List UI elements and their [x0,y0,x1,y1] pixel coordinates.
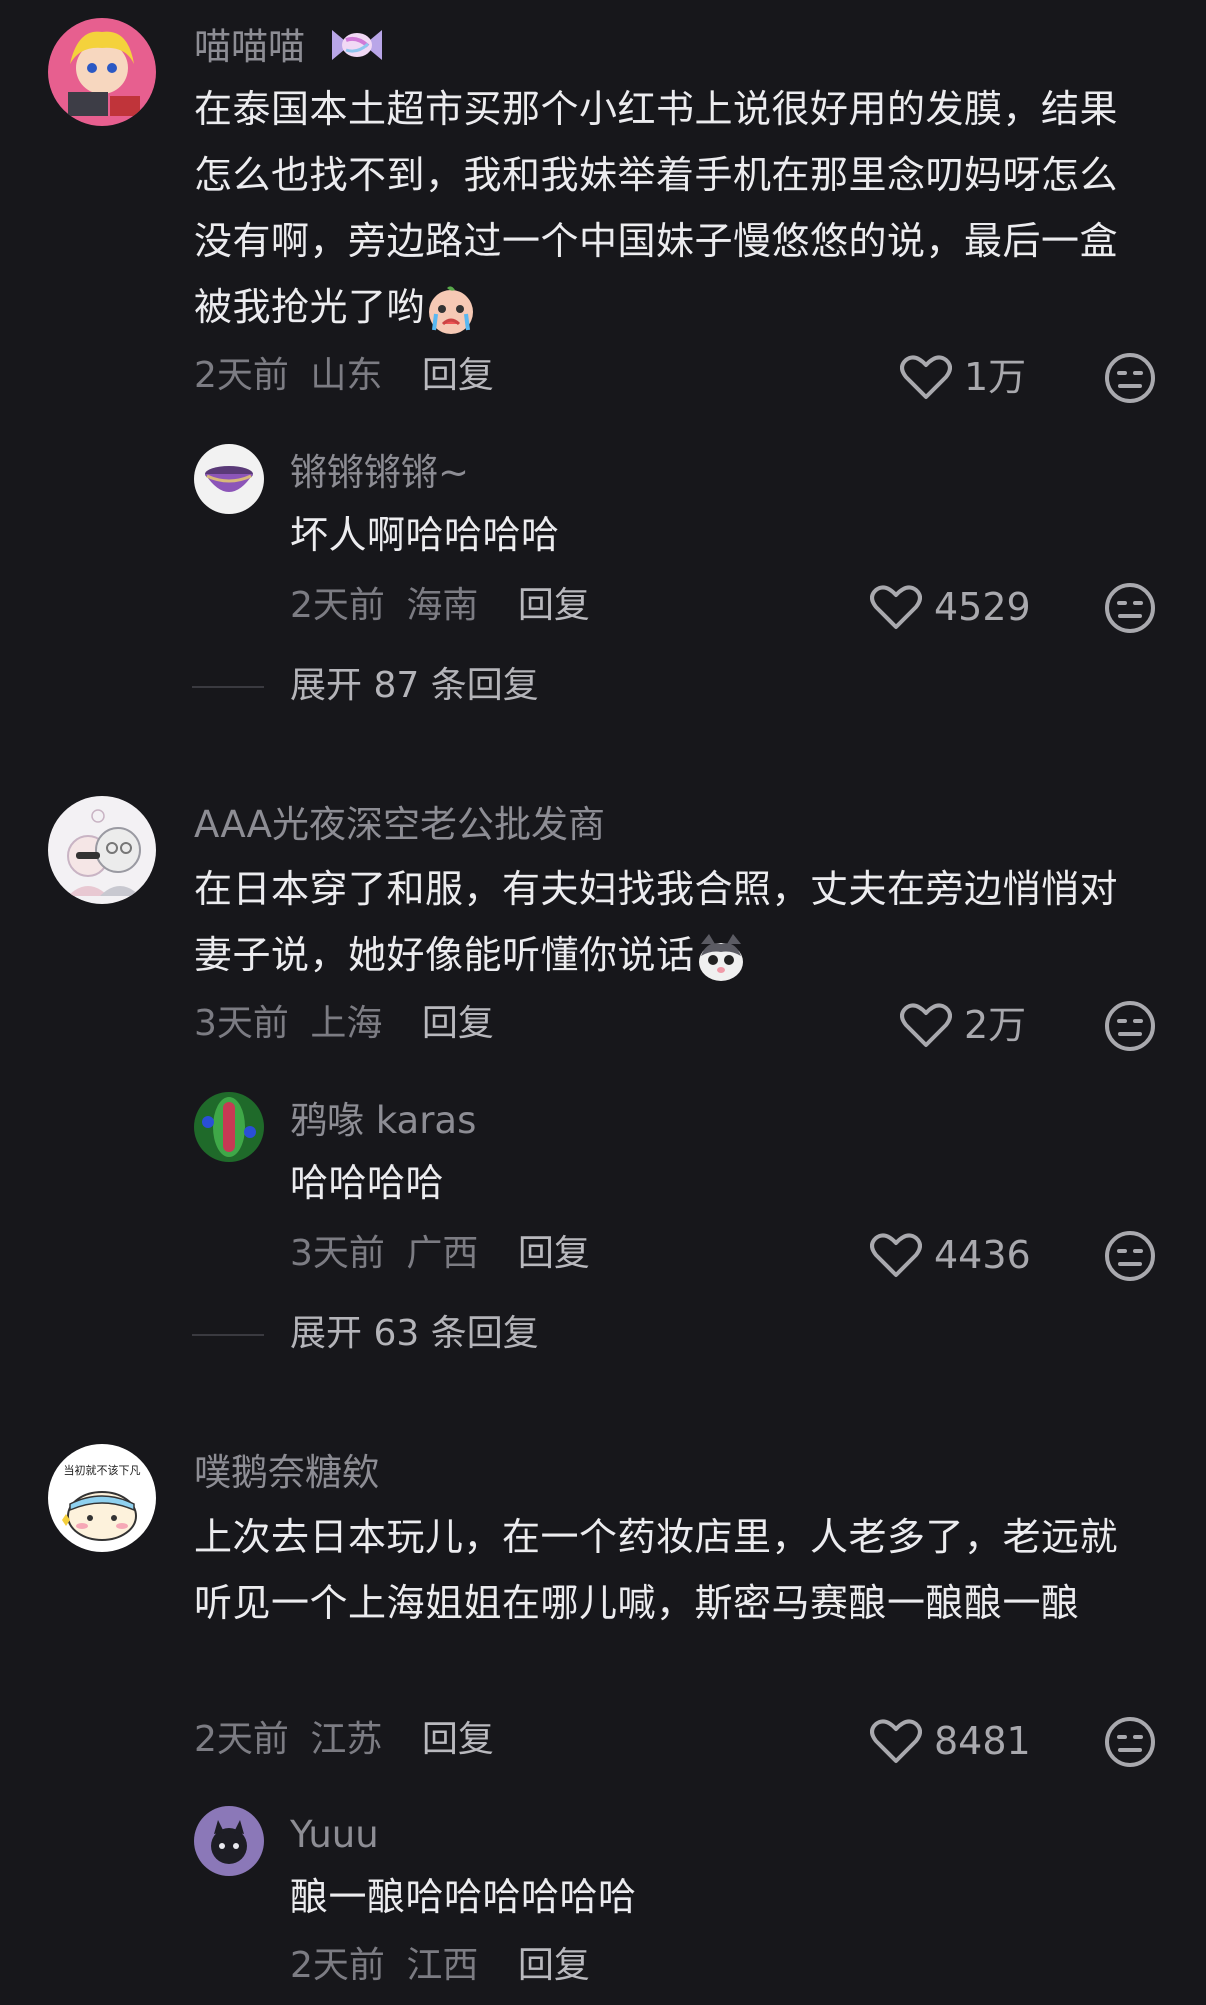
avatar-caption: 当初就不该下凡 [64,1463,141,1477]
reply-text: 哈哈哈哈 [290,1161,445,1205]
comment-meta: 2天前 江苏 回复 [194,1722,494,1758]
reply-button[interactable]: 回复 [518,1945,590,1986]
reply-username[interactable]: 锵锵锵锵~ [290,454,469,491]
location: 上海 [310,1003,383,1044]
expand-replies-button[interactable]: 展开 87 条回复 [290,668,539,704]
like-count: 4529 [934,585,1031,629]
location: 江苏 [310,1719,383,1760]
like-count: 8481 [934,1719,1031,1763]
meh-face-icon[interactable] [1104,1000,1156,1052]
reply-text: 坏人啊哈哈哈哈 [290,513,560,557]
reply-avatar[interactable] [194,444,264,514]
like-count: 1万 [964,355,1027,399]
timestamp: 2天前 [194,1719,289,1760]
reply-avatar[interactable] [194,1806,264,1876]
reply-avatar[interactable] [194,1092,264,1162]
like-button[interactable]: 4436 [870,1232,1031,1278]
heart-outline-icon [870,585,922,629]
like-button[interactable]: 4529 [870,584,1031,630]
location: 江西 [406,1945,479,1986]
expand-replies-button[interactable]: 展开 63 条回复 [290,1316,539,1352]
username[interactable]: 喵喵喵 [194,28,305,65]
divider [192,1334,264,1336]
username[interactable]: AAA光夜深空老公批发商 [194,806,605,843]
reply-meta: 3天前 广西 回复 [290,1236,590,1272]
comment-text: 在泰国本土超市买那个小红书上说很好用的发膜，结果怎么也找不到，我和我妹举着手机在… [194,76,1154,340]
reply-button[interactable]: 回复 [422,1003,494,1044]
heart-outline-icon [870,1719,922,1763]
reply-meta: 2天前 江西 回复 [290,1948,590,1984]
location: 广西 [406,1233,479,1274]
location: 海南 [406,585,479,626]
timestamp: 3天前 [194,1003,289,1044]
reply-button[interactable]: 回复 [422,355,494,396]
username[interactable]: 噗鹅奈糖欸 [194,1454,379,1491]
reply-button[interactable]: 回复 [422,1719,494,1760]
reply-username[interactable]: Yuuu [290,1816,379,1853]
meh-face-icon[interactable] [1104,1716,1156,1768]
divider [192,686,264,688]
like-count: 2万 [964,1003,1027,1047]
avatar[interactable] [48,18,156,126]
cat-face-emoji [698,933,743,981]
candy-icon [332,30,382,60]
timestamp: 3天前 [290,1233,385,1274]
reply-text: 酿一酿哈哈哈哈哈哈 [290,1875,637,1919]
avatar[interactable] [48,796,156,904]
like-button[interactable]: 1万 [900,354,1026,400]
like-count: 4436 [934,1233,1031,1277]
location: 山东 [310,355,383,396]
crying-face-emoji [429,285,474,334]
meh-face-icon[interactable] [1104,1230,1156,1282]
like-button[interactable]: 2万 [900,1002,1026,1048]
heart-outline-icon [900,1003,952,1047]
reply-username[interactable]: 鸦喙 karas [290,1102,476,1139]
timestamp: 2天前 [194,355,289,396]
heart-outline-icon [870,1233,922,1277]
comment-text: 上次去日本玩儿，在一个药妆店里，人老多了，老远就听见一个上海姐姐在哪儿喊，斯密马… [194,1515,1119,1625]
reply-meta: 2天前 海南 回复 [290,588,590,624]
heart-outline-icon [900,355,952,399]
reply-button[interactable]: 回复 [518,1233,590,1274]
comment-text: 在日本穿了和服，有夫妇找我合照，丈夫在旁边悄悄对妻子说，她好像能听懂你说话 [194,856,1154,988]
timestamp: 2天前 [290,1945,385,1986]
timestamp: 2天前 [290,585,385,626]
like-button[interactable]: 8481 [870,1718,1031,1764]
comment-meta: 3天前 上海 回复 [194,1006,494,1042]
comment-meta: 2天前 山东 回复 [194,358,494,394]
meh-face-icon[interactable] [1104,352,1156,404]
avatar[interactable]: 当初就不该下凡 [48,1444,156,1552]
meh-face-icon[interactable] [1104,582,1156,634]
reply-button[interactable]: 回复 [518,585,590,626]
